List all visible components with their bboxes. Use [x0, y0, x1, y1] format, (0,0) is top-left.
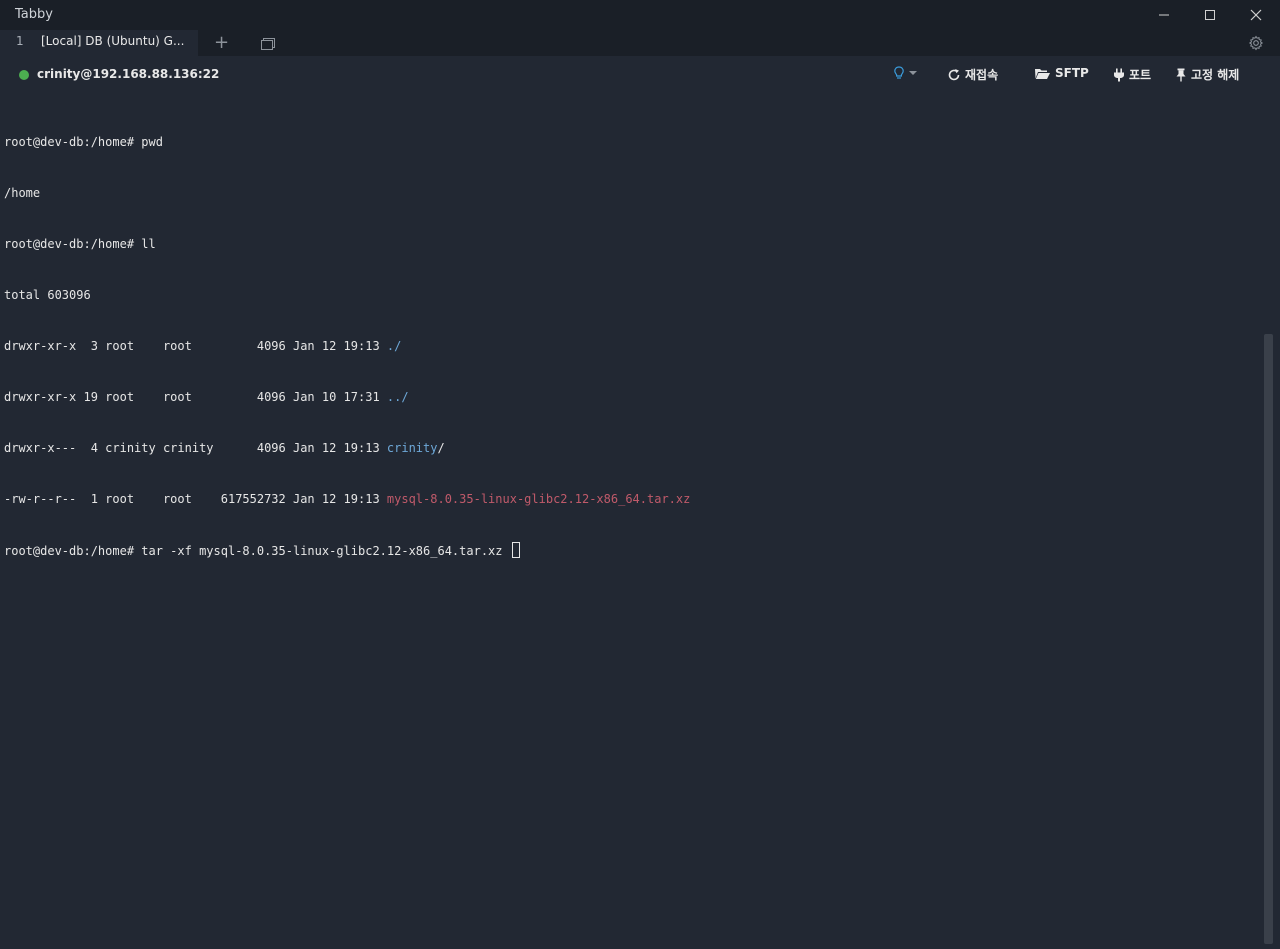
minimize-icon [1159, 14, 1169, 16]
terminal-line: root@dev-db:/home# pwd [4, 135, 163, 149]
plug-icon [1114, 68, 1124, 81]
directory-name: crinity [386, 441, 438, 455]
reconnect-label: 재접속 [965, 68, 999, 82]
terminal-cursor [511, 542, 520, 558]
chevron-down-icon [909, 71, 917, 75]
folder-open-icon [1035, 68, 1050, 79]
archive-file-name: mysql-8.0.35-linux-glibc2.12-x86_64.tar.… [386, 492, 691, 506]
gear-icon [1248, 35, 1264, 51]
sftp-button[interactable]: SFTP [1034, 66, 1089, 80]
connection-status-dot [19, 70, 29, 80]
terminal-line: total 603096 [4, 288, 91, 302]
host-label: crinity@192.168.88.136:22 [37, 67, 220, 81]
directory-name: ../ [386, 390, 409, 404]
reconnect-button[interactable]: 재접속 [947, 66, 998, 83]
pin-icon [1176, 68, 1186, 81]
maximize-icon [1205, 10, 1215, 20]
terminal-line: root@dev-db:/home# ll [4, 237, 156, 251]
terminal-line: drwxr-xr-x 19 root root 4096 Jan 10 17:3… [4, 390, 409, 404]
ports-label: 포트 [1129, 68, 1152, 82]
app-title: Tabby [15, 7, 53, 22]
terminal-line: -rw-r--r-- 1 root root 617552732 Jan 12 … [4, 492, 691, 506]
window-list-button[interactable] [260, 36, 276, 55]
color-scheme-button[interactable] [893, 66, 917, 80]
title-bar: Tabby [0, 0, 1280, 30]
terminal-scrollbar[interactable] [1264, 334, 1273, 944]
minimize-button[interactable] [1141, 0, 1187, 30]
settings-button[interactable] [1248, 35, 1264, 55]
sftp-label: SFTP [1055, 66, 1089, 80]
close-icon [1250, 9, 1262, 21]
tab-number: 1 [16, 34, 24, 48]
terminal-line: /home [4, 186, 41, 200]
windows-icon [261, 38, 275, 50]
lightbulb-icon [894, 66, 904, 79]
ports-button[interactable]: 포트 [1113, 66, 1151, 83]
close-button[interactable] [1233, 0, 1279, 30]
connection-header: crinity@192.168.88.136:22 재접속 SFTP 포트 고정… [0, 56, 1280, 94]
unpin-button[interactable]: 고정 해제 [1175, 66, 1239, 83]
tab-local-db[interactable]: 1 [Local] DB (Ubuntu) G... [0, 30, 198, 56]
tab-bar: 1 [Local] DB (Ubuntu) G... + [0, 30, 1280, 56]
tab-title: [Local] DB (Ubuntu) G... [41, 34, 185, 48]
directory-name: ./ [386, 339, 402, 353]
terminal-line: drwxr-x--- 4 crinity crinity 4096 Jan 12… [4, 441, 445, 455]
refresh-icon [948, 68, 960, 80]
maximize-button[interactable] [1187, 0, 1233, 30]
unpin-label: 고정 해제 [1191, 68, 1240, 82]
terminal-line: root@dev-db:/home# tar -xf mysql-8.0.35-… [4, 542, 1262, 559]
terminal-output[interactable]: root@dev-db:/home# pwd /home root@dev-db… [4, 100, 1262, 945]
new-tab-button[interactable]: + [214, 32, 229, 53]
terminal-line: drwxr-xr-x 3 root root 4096 Jan 12 19:13… [4, 339, 402, 353]
